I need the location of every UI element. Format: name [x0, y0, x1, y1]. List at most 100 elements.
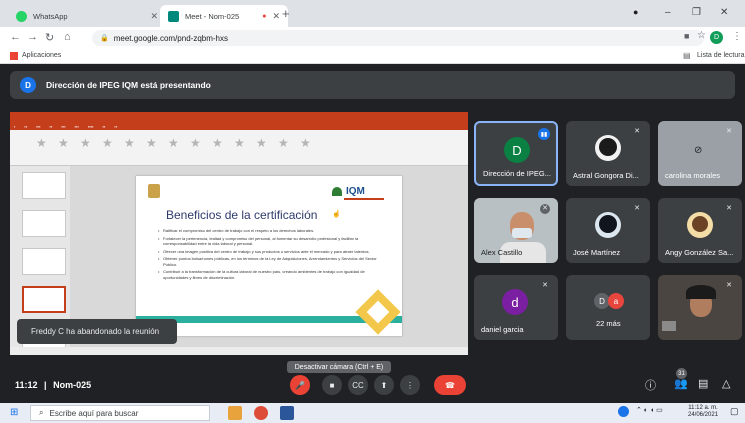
- captions-button[interactable]: CC: [348, 375, 368, 395]
- meet-icon: [168, 10, 179, 22]
- mic-off-icon: ✕: [634, 205, 640, 212]
- participant-tile[interactable]: ✕ Alex Castillo: [474, 198, 558, 263]
- slide: IQM Beneficios de la certificación ☝ Rat…: [136, 176, 402, 336]
- tab-title: WhatsApp: [33, 11, 68, 21]
- camera-toggle-button[interactable]: ■: [322, 375, 342, 395]
- slide-thumbnail[interactable]: [22, 248, 66, 275]
- more-count: 22 más: [596, 319, 621, 328]
- present-button[interactable]: ⬆: [374, 375, 394, 395]
- mic-off-icon: ✕: [542, 282, 548, 289]
- bullet-item: Ratificar el compromiso del centro de tr…: [158, 228, 390, 234]
- transition-icon: ★: [300, 136, 311, 150]
- participant-name: Angy González Sa...: [665, 248, 734, 257]
- notification-toast: Freddy C ha abandonado la reunión: [17, 319, 177, 344]
- camera-in-use-icon[interactable]: ■: [684, 31, 689, 41]
- leave-call-button[interactable]: ☎: [434, 375, 466, 395]
- chat-icon[interactable]: ▤: [698, 377, 708, 390]
- participant-tile[interactable]: ✕: [658, 275, 742, 340]
- camera-tooltip: Desactivar cámara (Ctrl + E): [287, 361, 391, 373]
- more-options-button[interactable]: ⋮: [400, 375, 420, 395]
- participant-tile[interactable]: ✕ José Martínez: [566, 198, 650, 263]
- recording-dot-icon: ●: [262, 12, 267, 20]
- transition-icon: ★: [190, 136, 201, 150]
- participant-tile[interactable]: ✕ ⊘ carolina morales: [658, 121, 742, 186]
- close-tab-icon[interactable]: ✕: [150, 11, 158, 22]
- background-object: [662, 321, 676, 331]
- notification-center-icon[interactable]: ▢: [730, 406, 739, 417]
- new-tab-button[interactable]: +: [282, 6, 290, 21]
- tab-whatsapp[interactable]: WhatsApp ✕: [8, 5, 166, 27]
- bullet-item: Obtener puntos bolsa/nones públicas, en …: [158, 256, 390, 267]
- participant-name: Alex Castillo: [481, 248, 523, 257]
- forward-button[interactable]: →: [27, 31, 38, 43]
- taskbar-search[interactable]: ⌕ Escribe aquí para buscar: [30, 405, 210, 421]
- close-tab-icon[interactable]: ✕: [272, 11, 280, 22]
- participant-name: José Martínez: [573, 248, 621, 257]
- transition-icon: ★: [58, 136, 69, 150]
- transition-icon: ★: [256, 136, 267, 150]
- powerpoint-statusbar: [10, 347, 468, 355]
- back-button[interactable]: ←: [10, 31, 21, 43]
- slide-thumbnail-selected[interactable]: [22, 286, 66, 313]
- presenter-avatar: D: [20, 77, 36, 93]
- meeting-code: Nom-025: [53, 380, 92, 390]
- minimize-button[interactable]: –: [665, 7, 671, 18]
- mic-off-icon: ✕: [726, 205, 732, 212]
- transition-icon: ★: [102, 136, 113, 150]
- clock-date: 24/06/2021: [688, 412, 719, 418]
- profile-avatar[interactable]: D: [710, 31, 723, 44]
- windows-start-icon[interactable]: ⊞: [10, 407, 18, 418]
- word-icon[interactable]: [280, 406, 294, 420]
- reading-list-icon: ▤: [683, 51, 691, 60]
- home-button[interactable]: ⌂: [64, 31, 71, 43]
- presenting-banner: D Dirección de IPEG IQM está presentando: [10, 71, 735, 99]
- file-explorer-icon[interactable]: [228, 406, 242, 420]
- presenting-text: Dirección de IPEG IQM está presentando: [46, 80, 211, 90]
- system-tray-icons[interactable]: ⌃ ◐ ◖ ▭: [636, 406, 663, 414]
- slide-thumbnail[interactable]: [22, 172, 66, 199]
- participant-tile[interactable]: ✕ d daniel garcia: [474, 275, 558, 340]
- maximize-button[interactable]: ❐: [692, 7, 701, 18]
- menu-kebab-icon[interactable]: ⋮: [732, 31, 742, 42]
- whatsapp-icon: [16, 10, 27, 22]
- participant-name: Dirección de IPEG...: [483, 169, 551, 178]
- bookmark-star-icon[interactable]: ☆: [697, 30, 706, 41]
- people-icon[interactable]: 👥: [674, 377, 688, 390]
- bullet-item: Contribuir a la transformación de la cul…: [158, 269, 390, 280]
- transition-icon: ★: [36, 136, 47, 150]
- bookmark-apps[interactable]: Aplicaciones: [22, 52, 61, 59]
- slide-thumbnail[interactable]: [22, 210, 66, 237]
- participant-name: carolina morales: [665, 171, 721, 180]
- lock-icon: 🔒: [100, 35, 109, 42]
- participant-tile[interactable]: ✕ Astral Gongora Di...: [566, 121, 650, 186]
- activities-icon[interactable]: △: [722, 377, 730, 390]
- iqm-underline: [344, 198, 384, 200]
- face-mask: [512, 228, 532, 238]
- taskbar-clock[interactable]: 11:12 a. m. 24/06/2021: [688, 405, 718, 419]
- meeting-info: 11:12 | Nom-025: [15, 380, 91, 390]
- mic-off-icon: ✕: [634, 128, 640, 135]
- mic-toggle-button[interactable]: 🎤: [290, 375, 310, 395]
- clock-time: 11:12 a. m.: [688, 405, 718, 411]
- profile-photo-detail: [692, 216, 708, 232]
- reload-button[interactable]: ↻: [45, 31, 54, 44]
- address-bar[interactable]: 🔒 meet.google.com/pnd-zqbm-hxs: [92, 30, 704, 46]
- participant-hair: [686, 285, 716, 299]
- reading-list-button[interactable]: Lista de lectura: [697, 52, 744, 59]
- meeting-details-icon[interactable]: ⓘ: [645, 377, 656, 393]
- meeting-separator: |: [44, 380, 47, 390]
- transition-icon: ★: [278, 136, 289, 150]
- profile-indicator-icon[interactable]: ●: [633, 7, 638, 17]
- mic-off-icon: ✕: [540, 204, 550, 214]
- bookmarks-bar: [0, 49, 745, 64]
- close-window-button[interactable]: ✕: [720, 7, 728, 18]
- more-participants-tile[interactable]: D a 22 más: [566, 275, 650, 340]
- tab-meet[interactable]: Meet - Nom-025 ● ✕: [160, 5, 288, 27]
- bullet-item: Ofrecer una imagen positiva del centro d…: [158, 249, 390, 255]
- tab-title: Meet - Nom-025: [185, 11, 240, 21]
- system-tray-app-icon[interactable]: [618, 406, 629, 417]
- chrome-icon[interactable]: [254, 406, 268, 420]
- participant-tile[interactable]: ▮▮ D Dirección de IPEG...: [474, 121, 558, 186]
- seal-logo: [148, 184, 160, 198]
- participant-tile[interactable]: ✕ Angy González Sa...: [658, 198, 742, 263]
